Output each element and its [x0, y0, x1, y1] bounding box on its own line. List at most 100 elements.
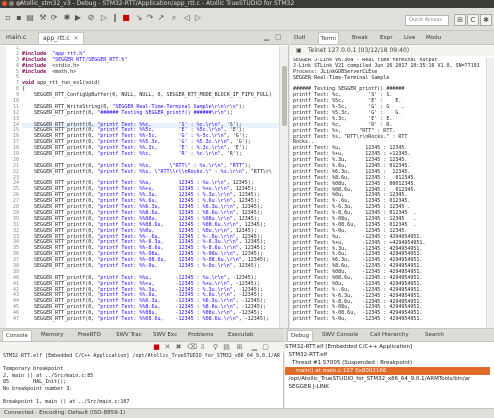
- tab-label: SWV Exc: [153, 332, 178, 338]
- tab-live-expressions[interactable]: Live: [402, 32, 417, 44]
- debug-tree-item[interactable]: STM32-RTT.elf [Embedded C/C++ Applicatio…: [285, 343, 490, 351]
- code-editor[interactable]: 1 2 3 4 5 6 7 8 9 10 11 12 13 14 15 16 17 18 19 20 21 22 23 24 2…: [0, 46, 280, 328]
- window-controls: [2, 1, 21, 6]
- run-icon[interactable]: ▶: [73, 13, 83, 23]
- debug-tabbar: Debug SWV Console Call Hierarchy Search: [285, 329, 494, 342]
- debug-tree-item[interactable]: main() at main.c:107 0x8002166: [285, 367, 490, 375]
- tab-main-c[interactable]: main.c: [2, 32, 30, 44]
- tab-memory[interactable]: Memory: [38, 330, 66, 341]
- open-console-icon[interactable]: ⊞: [235, 343, 244, 352]
- tab-executables[interactable]: Executab: [225, 330, 256, 341]
- pin-console-icon[interactable]: ⚲: [211, 343, 220, 352]
- resume-icon[interactable]: ▷: [99, 13, 109, 23]
- tab-app-rtt-c[interactable]: app_rtt.c ✕: [38, 32, 84, 44]
- tab-modules[interactable]: Modu: [424, 32, 443, 44]
- step-over-icon[interactable]: ↷: [145, 13, 155, 23]
- tab-console[interactable]: Console: [2, 330, 32, 341]
- debug-view: Debug SWV Console Call Hierarchy Search …: [285, 328, 494, 408]
- tab-terminal[interactable]: Termi: [318, 32, 339, 44]
- debug-tree[interactable]: STM32-RTT.elf [Embedded C/C++ Applicatio…: [285, 343, 490, 409]
- code-line[interactable]: SEGGER_RTT_printf(0, "printf Test: %%c, …: [22, 151, 280, 158]
- debug-tree-item[interactable]: Thread #1 57005 (Suspended : Breakpoint): [285, 359, 490, 367]
- tab-freertos[interactable]: FreeRTO: [75, 330, 104, 341]
- rebuild-icon[interactable]: ⟳: [49, 13, 59, 23]
- editor-tabbar: main.c app_rtt.c ✕ ▁ ▢: [0, 31, 289, 45]
- code-line[interactable]: SEGGER_RTT_printf(0, "printf Test: %%s, …: [22, 169, 280, 176]
- new-file-icon[interactable]: ▫: [3, 13, 13, 23]
- debug-perspective-icon[interactable]: ✱: [480, 14, 492, 26]
- terminal-line: printf Test: %-0u, -12345 : 4294954951.: [293, 316, 423, 323]
- c-cpp-perspective-icon[interactable]: C: [467, 14, 479, 26]
- code-line[interactable]: SEGGER_RTT_printf(0, "printf Test: %%08.…: [22, 316, 280, 323]
- code-line[interactable]: SEGGER_RTT_ConfigUpBuffer(0, NULL, NULL,…: [22, 92, 280, 99]
- print-icon[interactable]: ▤: [25, 13, 35, 23]
- status-text: Connected - Encoding: Default (ISO-8859-…: [4, 410, 126, 416]
- close-window-button[interactable]: [2, 1, 7, 6]
- search-icon[interactable]: ⌕: [169, 13, 179, 23]
- debug-icon[interactable]: ✱: [62, 13, 72, 23]
- step-into-icon[interactable]: ↘: [134, 13, 144, 23]
- debug-tree-item[interactable]: STM32-RTT.elf: [285, 351, 490, 359]
- tab-label: Console: [6, 333, 28, 339]
- tab-label: Problems: [188, 332, 214, 338]
- skip-breakpoints-icon[interactable]: ⊘: [86, 13, 96, 23]
- terminal-icon: ▣: [296, 47, 302, 54]
- maximize-view-icon[interactable]: ▢: [261, 343, 270, 352]
- tab-swv-exceptions[interactable]: SWV Exc: [150, 330, 180, 341]
- tab-outline[interactable]: Outl: [292, 32, 308, 44]
- tab-label: Executab: [228, 332, 254, 338]
- tab-call-hierarchy[interactable]: Call Hierarchy: [367, 330, 412, 341]
- save-icon[interactable]: ▪: [14, 13, 24, 23]
- tab-label: Call Hierarchy: [370, 332, 409, 338]
- remove-all-icon[interactable]: ✖: [174, 343, 183, 352]
- console-output[interactable]: STM32-RTT.elf [Embedded C/C++ Applicatio…: [0, 353, 280, 409]
- tab-label: Search: [425, 332, 444, 338]
- tab-search[interactable]: Search: [422, 330, 447, 341]
- tab-label: SWV Console: [322, 332, 359, 338]
- terminate-icon[interactable]: ■: [152, 343, 161, 352]
- forward-icon[interactable]: ▷: [193, 13, 203, 23]
- tab-expressions[interactable]: Expr: [378, 32, 394, 44]
- terminal-connection-label: Telnet 127.0.0.1 (03/12/18 09:40): [308, 47, 410, 54]
- minimize-view-icon[interactable]: ▁: [264, 33, 269, 41]
- tab-swv-console[interactable]: SWV Console: [319, 330, 361, 341]
- tab-label: Modu: [426, 35, 442, 41]
- editor-scrollbar[interactable]: [279, 46, 288, 328]
- tab-swv-trace[interactable]: SWV Trac: [113, 330, 145, 341]
- open-perspective-icon[interactable]: ⊞: [454, 14, 466, 26]
- close-tab-icon[interactable]: ✕: [74, 35, 79, 42]
- scrollbar-thumb[interactable]: [282, 66, 287, 126]
- tab-label: Break: [352, 35, 368, 41]
- suspend-icon[interactable]: ‖: [110, 13, 120, 23]
- window-title: Atollic_stm32_v3 - Debug - STM32-RTT/App…: [20, 0, 295, 7]
- code-line[interactable]: SEGGER_RTT_printf(0, "printf Test: %%-0u…: [22, 263, 280, 270]
- tab-label: Live: [404, 35, 416, 41]
- minimize-view-icon[interactable]: ▁: [250, 343, 259, 352]
- debug-tree-item[interactable]: SEGGER J-LINK: [285, 383, 490, 391]
- step-return-icon[interactable]: ↗: [156, 13, 166, 23]
- code-lines[interactable]: #include "app_rtt.h" #include "SEGGER_RTT…: [22, 46, 280, 328]
- debug-tree-item[interactable]: /opt/Atollic_TrueSTUDIO_for_STM32_x86_64…: [285, 375, 490, 383]
- quick-access-input[interactable]: Quick Access: [405, 15, 449, 26]
- minimize-window-button[interactable]: [9, 1, 14, 6]
- tab-label: Termi: [321, 36, 336, 42]
- terminal-view: Outl Termi Break Expr Live Modu ▣ Telnet…: [290, 31, 494, 328]
- display-console-icon[interactable]: ▤: [222, 343, 231, 352]
- right-tabbar: Outl Termi Break Expr Live Modu: [290, 31, 494, 45]
- console-view: Console Memory FreeRTO SWV Trac SWV Exc …: [0, 328, 284, 408]
- tab-breakpoints[interactable]: Break: [350, 32, 370, 44]
- terminate-icon[interactable]: ■: [121, 13, 131, 23]
- tab-debug[interactable]: Debug: [287, 330, 314, 341]
- tab-label: SWV Trac: [116, 332, 142, 338]
- tab-problems[interactable]: Problems: [185, 330, 216, 341]
- terminal-connection-bar: ▣ Telnet 127.0.0.1 (03/12/18 09:40): [290, 45, 494, 56]
- scroll-lock-icon[interactable]: ⇩: [198, 343, 207, 352]
- remove-launch-icon[interactable]: ✕: [163, 343, 172, 352]
- maximize-view-icon[interactable]: ▢: [275, 33, 282, 41]
- terminal-output[interactable]: SEGGER J-Link V6.30a - Real time termina…: [290, 58, 486, 328]
- status-bar: Connected - Encoding: Default (ISO-8859-…: [0, 408, 494, 418]
- back-icon[interactable]: ◁: [182, 13, 192, 23]
- clear-console-icon[interactable]: ⌫: [187, 343, 197, 352]
- build-icon[interactable]: ⚒: [38, 13, 48, 23]
- terminal-scrollbar[interactable]: [486, 58, 494, 328]
